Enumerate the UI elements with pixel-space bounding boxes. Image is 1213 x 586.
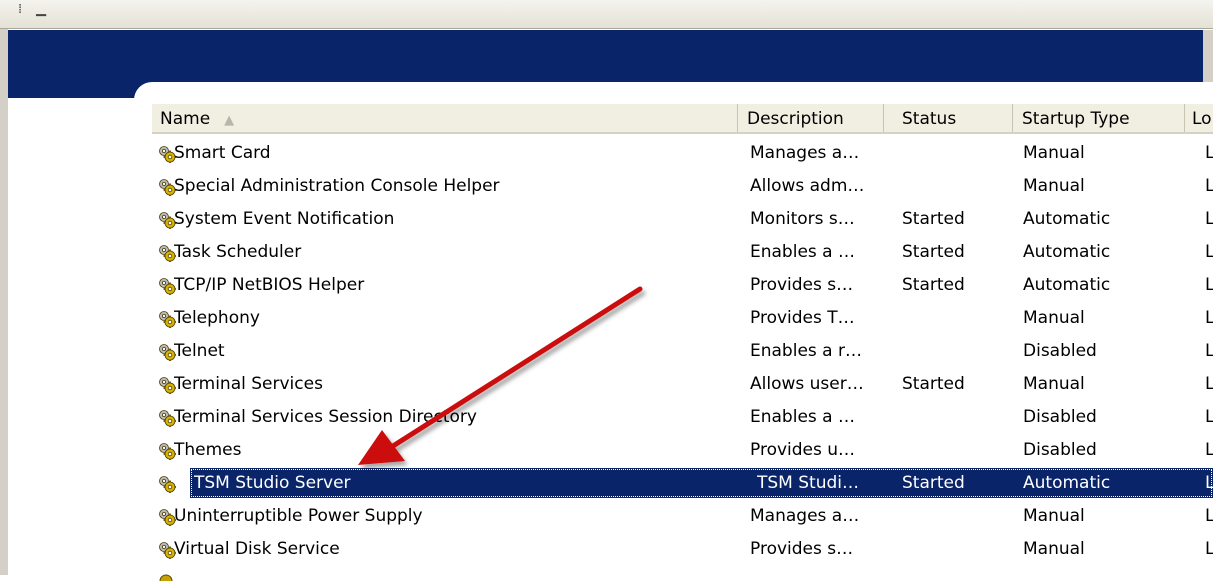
column-header-startup-type-label: Startup Type	[1022, 109, 1130, 129]
column-header-name[interactable]: Name ▲	[152, 104, 738, 132]
service-startup-type: Disabled	[1023, 407, 1097, 427]
service-description: Allows adm…	[750, 176, 865, 196]
service-status	[902, 434, 1012, 467]
table-row[interactable]: Telnet Enables a r… Disabled Lo	[152, 335, 1213, 368]
service-name: Terminal Services	[174, 374, 323, 394]
service-startup-type: Manual	[1023, 506, 1085, 526]
service-status	[902, 335, 1012, 368]
service-status	[902, 401, 1012, 434]
service-status	[902, 500, 1012, 533]
next-row-icon-partial	[158, 566, 174, 586]
service-startup-type: Manual	[1023, 308, 1085, 328]
service-description: Allows user…	[750, 374, 864, 394]
service-description: Enables a …	[750, 407, 855, 427]
service-log-on-as: Lo	[1205, 374, 1213, 394]
service-startup-type: Manual	[1023, 176, 1085, 196]
service-name: System Event Notification	[174, 209, 395, 229]
service-startup-type: Manual	[1023, 143, 1085, 163]
service-status: Started	[902, 374, 965, 394]
service-name: Telnet	[174, 341, 225, 361]
service-status: Started	[902, 473, 965, 493]
table-row[interactable]: Task Scheduler Enables a … Started Automati…	[152, 236, 1213, 269]
service-startup-type: Disabled	[1023, 440, 1097, 460]
column-header-description[interactable]: Description	[739, 104, 884, 132]
service-log-on-as: Lo	[1205, 440, 1213, 460]
service-description: Provides s…	[750, 539, 854, 559]
service-startup-type: Automatic	[1023, 209, 1111, 229]
column-header-log-on-as[interactable]: Lo	[1184, 104, 1213, 132]
toolbar-grip-icon: ⁞	[18, 2, 23, 17]
service-status	[902, 302, 1012, 335]
table-row[interactable]: Smart Card Manages a… Manual Lo	[152, 137, 1213, 170]
service-startup-type: Automatic	[1023, 275, 1111, 295]
service-status	[902, 533, 1012, 566]
service-description: TSM Studi…	[757, 473, 859, 493]
table-row[interactable]: Terminal Services Allows user… Started Manu…	[152, 368, 1213, 401]
column-header-row: Name ▲ Description Status Startup Type Lo	[152, 104, 1213, 134]
service-description: Manages a…	[750, 143, 860, 163]
table-row[interactable]: Special Administration Console Helper All…	[152, 170, 1213, 203]
table-row[interactable]: System Event Notification Monitors s… Star…	[152, 203, 1213, 236]
service-startup-type: Manual	[1023, 374, 1085, 394]
service-name: Task Scheduler	[174, 242, 302, 262]
service-name: TSM Studio Server	[194, 473, 351, 493]
service-log-on-as: Lo	[1205, 242, 1213, 262]
service-log-on-as: Lo	[1205, 473, 1213, 493]
services-list: Smart CardManages a…ManualLoSpecial Admi…	[152, 137, 1213, 566]
service-name: TCP/IP NetBIOS Helper	[174, 275, 365, 295]
table-row[interactable]: TCP/IP NetBIOS Helper Provides s… Started A…	[152, 269, 1213, 302]
service-log-on-as: Lo	[1205, 209, 1213, 229]
service-log-on-as: Lo	[1205, 308, 1213, 328]
service-description: Provides T…	[750, 308, 855, 328]
service-name: Uninterruptible Power Supply	[174, 506, 423, 526]
service-name: Special Administration Console Helper	[174, 176, 500, 196]
column-header-description-label: Description	[747, 109, 844, 129]
service-startup-type: Manual	[1023, 539, 1085, 559]
service-status: Started	[902, 275, 965, 295]
service-startup-type: Disabled	[1023, 341, 1097, 361]
table-row[interactable]: Uninterruptible Power Supply Manages a… Ma…	[152, 500, 1213, 533]
service-description: Enables a …	[750, 242, 855, 262]
service-description: Provides s…	[750, 275, 854, 295]
service-name: Virtual Disk Service	[174, 539, 340, 559]
service-log-on-as: Lo	[1205, 275, 1213, 295]
service-description: Manages a…	[750, 506, 860, 526]
service-status	[902, 170, 1012, 203]
service-startup-type: Automatic	[1023, 473, 1111, 493]
table-row[interactable]: Virtual Disk Service Provides s… Manual Lo	[152, 533, 1213, 566]
service-name: Telephony	[174, 308, 260, 328]
service-description: Provides u…	[750, 440, 856, 460]
console-tree-edge	[0, 29, 8, 575]
service-log-on-as: Lo	[1205, 341, 1213, 361]
service-name: Smart Card	[174, 143, 271, 163]
service-startup-type: Automatic	[1023, 242, 1111, 262]
service-description: Monitors s…	[750, 209, 855, 229]
service-status	[902, 137, 1012, 170]
table-row[interactable]: Themes Provides u… Disabled Lo	[152, 434, 1213, 467]
column-header-status-label: Status	[902, 109, 957, 129]
service-description: Enables a r…	[750, 341, 862, 361]
service-status: Started	[902, 209, 965, 229]
table-row[interactable]: Terminal Services Session Directory Enabl…	[152, 401, 1213, 434]
column-header-status[interactable]: Status	[894, 104, 1013, 132]
service-log-on-as: Lo	[1205, 143, 1213, 163]
service-log-on-as: Lo	[1205, 506, 1213, 526]
table-row[interactable]: Telephony Provides T… Manual Lo	[152, 302, 1213, 335]
column-header-startup-type[interactable]: Startup Type	[1014, 104, 1185, 132]
gears-icon	[159, 476, 176, 493]
service-log-on-as: Lo	[1205, 407, 1213, 427]
service-name: Themes	[174, 440, 242, 460]
service-log-on-as: Lo	[1205, 176, 1213, 196]
table-row[interactable]: TSM Studio Server TSM Studi… Started Automa…	[152, 467, 1213, 500]
column-header-log-on-as-label: Lo	[1192, 109, 1212, 129]
sort-ascending-icon: ▲	[224, 113, 235, 128]
service-status: Started	[902, 242, 965, 262]
service-name: Terminal Services Session Directory	[174, 407, 477, 427]
column-header-name-label: Name	[160, 109, 211, 129]
toolbar-button-icon[interactable]: ▁	[36, 2, 46, 17]
service-log-on-as: Lo	[1205, 539, 1213, 559]
toolbar-strip: ⁞ ▁	[0, 0, 1213, 29]
